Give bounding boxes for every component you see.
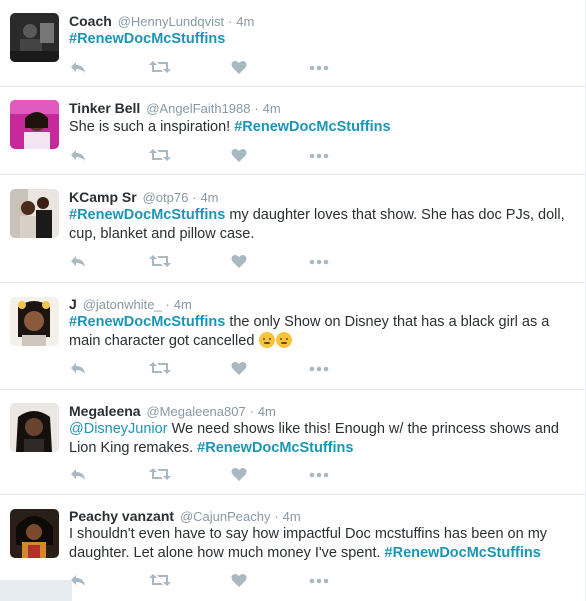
more-icon[interactable] [309,360,329,378]
display-name[interactable]: Coach [69,13,112,29]
display-name[interactable]: Tinker Bell [69,100,140,116]
tweet-actions [69,466,349,484]
more-icon[interactable] [309,572,329,590]
tweet-item[interactable]: Peachy vanzant @CajunPeachy · 4m I shoul… [0,495,586,601]
tweet-actions [69,253,349,271]
reply-icon[interactable] [69,253,87,271]
reply-icon[interactable] [69,147,87,165]
tweet-item[interactable]: J @jatonwhite_ · 4m #RenewDocMcStuffins … [0,283,586,390]
more-icon[interactable] [309,466,329,484]
separator-dot: · [228,14,233,29]
tweet-text: @DisneyJunior We need shows like this! E… [69,420,569,457]
more-icon[interactable] [309,253,329,271]
tweet-header: Megaleena @Megaleena807 · 4m [69,402,276,421]
user-handle[interactable]: @AngelFaith1988 [146,101,250,116]
separator-dot: · [192,190,197,205]
heart-icon[interactable] [231,466,247,484]
tweet-item[interactable]: Tinker Bell @AngelFaith1988 · 4m She is … [0,87,586,175]
reply-icon[interactable] [69,466,87,484]
tweet-item[interactable]: KCamp Sr @otp76 · 4m #RenewDocMcStuffins… [0,175,586,283]
timestamp[interactable]: 4m [263,101,281,116]
tweet-item[interactable]: Megaleena @Megaleena807 · 4m @DisneyJuni… [0,390,586,495]
tweet-actions [69,59,349,77]
tweet-text-segment: She is such a inspiration! [69,119,235,135]
reply-icon[interactable] [69,59,87,77]
hashtag-link[interactable]: #RenewDocMcStuffins [234,119,390,135]
user-handle[interactable]: @otp76 [143,190,189,205]
tweet-header: Coach @HennyLundqvist · 4m [69,12,254,31]
retweet-icon[interactable] [149,59,171,77]
separator-dot: · [165,297,170,312]
timestamp[interactable]: 4m [236,14,254,29]
hashtag-link[interactable]: #RenewDocMcStuffins [69,207,225,223]
tweet-item[interactable]: Coach @HennyLundqvist · 4m #RenewDocMcSt… [0,0,586,87]
heart-icon[interactable] [231,59,247,77]
more-icon[interactable] [309,59,329,77]
tweet-text: I shouldn't even have to say how impactf… [69,525,569,562]
avatar[interactable] [10,509,59,558]
hashtag-link[interactable]: #RenewDocMcStuffins [69,31,225,47]
tweet-text: She is such a inspiration! #RenewDocMcSt… [69,118,569,137]
avatar[interactable] [10,403,59,452]
user-handle[interactable]: @CajunPeachy [180,509,271,524]
timestamp[interactable]: 4m [258,404,276,419]
tweet-actions [69,360,349,378]
user-handle[interactable]: @Megaleena807 [146,404,245,419]
tweet-header: Peachy vanzant @CajunPeachy · 4m [69,507,301,526]
avatar[interactable] [10,189,59,238]
separator-dot: · [274,509,279,524]
avatar[interactable] [10,297,59,346]
timestamp[interactable]: 4m [174,297,192,312]
tweet-text: #RenewDocMcStuffins my daughter loves th… [69,206,569,243]
hashtag-link[interactable]: #RenewDocMcStuffins [197,440,353,456]
hashtag-link[interactable]: #RenewDocMcStuffins [69,314,225,330]
separator-dot: · [249,404,254,419]
display-name[interactable]: J [69,296,77,312]
retweet-icon[interactable] [149,572,171,590]
retweet-icon[interactable] [149,466,171,484]
tweet-text: #RenewDocMcStuffins [69,30,569,49]
tweet-actions [69,572,349,590]
avatar[interactable] [10,100,59,149]
tweet-header: KCamp Sr @otp76 · 4m [69,188,219,207]
scroll-stub [0,580,72,601]
mention-link[interactable]: @DisneyJunior [69,421,168,437]
user-handle[interactable]: @HennyLundqvist [118,14,224,29]
display-name[interactable]: KCamp Sr [69,189,137,205]
timestamp[interactable]: 4m [200,190,218,205]
timestamp[interactable]: 4m [283,509,301,524]
tweet-timeline: Coach @HennyLundqvist · 4m #RenewDocMcSt… [0,0,586,601]
tweet-header: Tinker Bell @AngelFaith1988 · 4m [69,99,281,118]
display-name[interactable]: Peachy vanzant [69,508,174,524]
retweet-icon[interactable] [149,147,171,165]
hashtag-link[interactable]: #RenewDocMcStuffins [385,545,541,561]
tweet-header: J @jatonwhite_ · 4m [69,295,192,314]
user-handle[interactable]: @jatonwhite_ [83,297,162,312]
more-icon[interactable] [309,147,329,165]
retweet-icon[interactable] [149,253,171,271]
heart-icon[interactable] [231,572,247,590]
separator-dot: · [254,101,259,116]
reply-icon[interactable] [69,360,87,378]
display-name[interactable]: Megaleena [69,403,141,419]
heart-icon[interactable] [231,360,247,378]
tweet-actions [69,147,349,165]
sleepy-face-emoji [259,331,276,348]
heart-icon[interactable] [231,147,247,165]
retweet-icon[interactable] [149,360,171,378]
heart-icon[interactable] [231,253,247,271]
avatar[interactable] [10,13,59,62]
thinking-face-emoji [276,331,293,348]
tweet-text: #RenewDocMcStuffins the only Show on Dis… [69,313,569,350]
